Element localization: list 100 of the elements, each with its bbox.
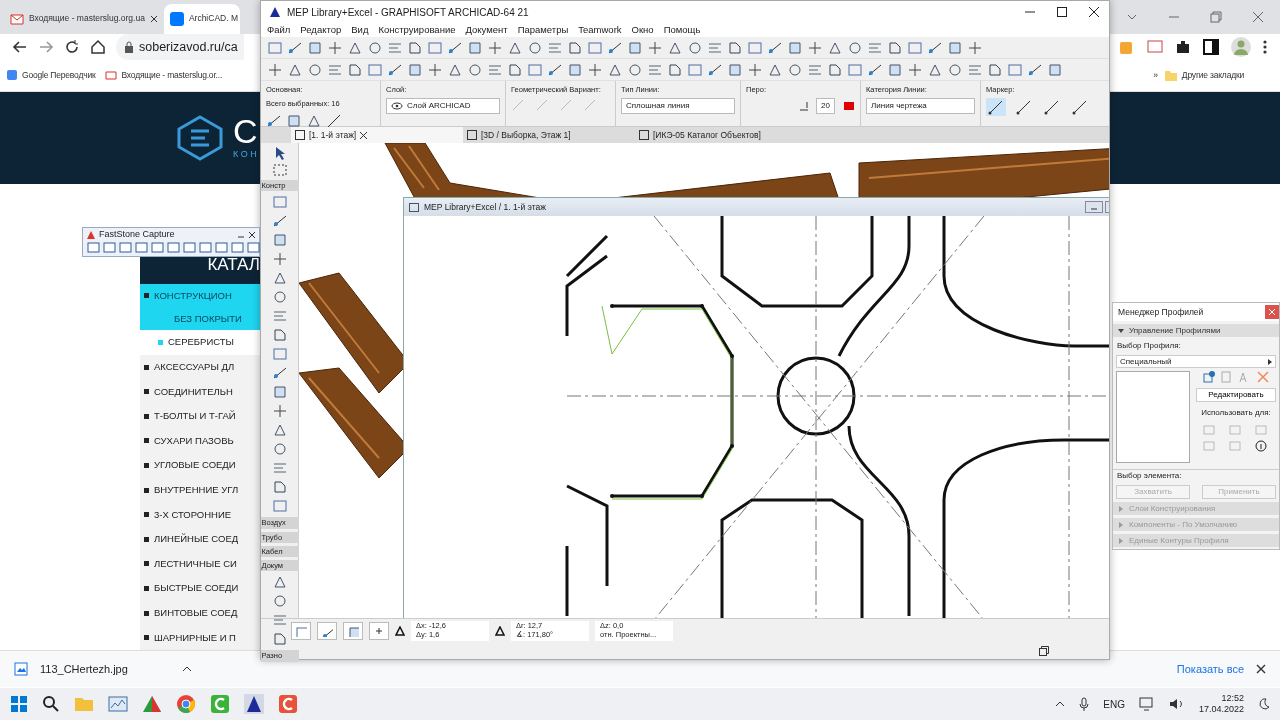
tool-icon[interactable] xyxy=(271,574,288,591)
microphone-icon[interactable] xyxy=(1079,697,1090,711)
catalog-item[interactable]: ВНУТРЕННИЕ УГЛ xyxy=(140,477,260,503)
tool-icon[interactable] xyxy=(567,39,583,56)
search-icon[interactable] xyxy=(42,695,60,713)
volume-icon[interactable] xyxy=(1168,697,1185,711)
catalog-item[interactable]: ЛИНЕЙНЫЕ СОЕД xyxy=(140,527,260,552)
add-toggle[interactable] xyxy=(369,622,389,640)
browser-tab[interactable]: ArchiCAD. M xyxy=(163,3,240,34)
tool-icon[interactable] xyxy=(667,61,683,78)
triangle-app-icon[interactable] xyxy=(142,695,162,713)
more-icon[interactable] xyxy=(1262,38,1268,55)
browser-tab[interactable]: Входящие - masterslug.org.ua xyxy=(4,3,164,34)
tool-icon[interactable] xyxy=(907,61,923,78)
tool-icon[interactable] xyxy=(527,39,543,56)
tool-icon[interactable] xyxy=(987,61,1003,78)
tool-icon[interactable] xyxy=(271,384,288,401)
tool-icon[interactable] xyxy=(887,39,903,56)
avatar-icon[interactable] xyxy=(1230,35,1252,58)
tool-icon[interactable] xyxy=(847,39,863,56)
capture-tool-icon[interactable] xyxy=(183,241,196,254)
snap-toggle[interactable] xyxy=(291,622,311,640)
close-icon[interactable] xyxy=(1089,7,1099,17)
capture-tool-icon[interactable] xyxy=(87,241,100,254)
close-icon[interactable] xyxy=(149,14,158,23)
capture-tool-icon[interactable] xyxy=(119,241,132,254)
catalog-item[interactable]: СУХАРИ ПАЗОВЬ xyxy=(140,428,260,454)
tool-icon[interactable] xyxy=(747,61,763,78)
capture-tool-icon[interactable] xyxy=(151,241,164,254)
show-all-link[interactable]: Показать все xyxy=(1176,660,1244,678)
edit-button[interactable]: Редактировать xyxy=(1196,388,1276,402)
close-icon[interactable] xyxy=(360,131,368,139)
capture-tool-icon[interactable] xyxy=(215,241,228,254)
reload-icon[interactable] xyxy=(64,38,80,55)
tool-icon[interactable] xyxy=(271,251,288,268)
chart-app-icon[interactable] xyxy=(108,695,128,713)
menu-item[interactable]: Окно xyxy=(631,22,654,38)
tool-icon[interactable] xyxy=(307,61,323,78)
line-type-dropdown[interactable]: Сплошная линия xyxy=(621,98,735,115)
info-icon[interactable] xyxy=(1254,440,1268,452)
tool-icon[interactable] xyxy=(271,232,288,249)
capture-tool-icon[interactable] xyxy=(247,241,260,254)
tool-icon[interactable] xyxy=(1047,61,1063,78)
menu-item[interactable]: Редактор xyxy=(300,22,342,38)
capture-tool-icon[interactable] xyxy=(135,241,148,254)
view-tab[interactable]: [3D / Выборка, Этаж 1] xyxy=(463,127,635,143)
pen-field[interactable]: 20 xyxy=(816,98,835,115)
clock-date[interactable]: 17.04.2022 xyxy=(1198,704,1244,715)
minimize-icon[interactable] xyxy=(1085,201,1103,213)
tool-icon[interactable] xyxy=(967,39,983,56)
tool-icon[interactable] xyxy=(567,61,583,78)
catalog-item[interactable]: ВИНТОВЫЕ СОЕД xyxy=(140,600,260,626)
catalog-item[interactable]: Т-БОЛТЫ И Т-ГАЙ xyxy=(140,404,260,429)
catalog-item-continuation[interactable]: БЕЗ ПОКРЫТИ xyxy=(140,308,260,331)
tool-icon[interactable] xyxy=(947,39,963,56)
tool-icon[interactable] xyxy=(887,61,903,78)
tool-icon[interactable] xyxy=(271,270,288,287)
delete-icon[interactable] xyxy=(1257,371,1269,383)
sidebar-icon[interactable] xyxy=(1202,37,1220,56)
tool-icon[interactable] xyxy=(467,61,483,78)
tool-icon[interactable] xyxy=(271,479,288,496)
tool-icon[interactable] xyxy=(307,39,323,56)
grid-toggle[interactable] xyxy=(317,622,337,640)
catalog-item[interactable]: ШАРНИРНЫЕ И П xyxy=(140,625,260,650)
tool-icon[interactable] xyxy=(587,61,603,78)
tool-icon[interactable] xyxy=(271,289,288,306)
tool-icon[interactable] xyxy=(271,593,288,610)
chevron-up-icon[interactable] xyxy=(1055,699,1066,709)
tool-icon[interactable] xyxy=(427,61,443,78)
tool-icon[interactable] xyxy=(367,39,383,56)
tool-icon[interactable] xyxy=(507,61,523,78)
menu-item[interactable]: Вид xyxy=(351,22,369,38)
tool-icon[interactable] xyxy=(727,61,743,78)
tool-icon[interactable] xyxy=(407,61,423,78)
new-profile-icon[interactable] xyxy=(1203,371,1215,383)
tool-icon[interactable] xyxy=(271,403,288,420)
moon-icon[interactable] xyxy=(1258,698,1270,710)
catalog-item[interactable]: ЛЕСТНИЧНЫЕ СИ xyxy=(140,551,260,577)
tool-icon[interactable] xyxy=(807,39,823,56)
menu-item[interactable]: Документ xyxy=(465,22,508,38)
line-icon[interactable] xyxy=(326,112,342,129)
tool-icon[interactable] xyxy=(327,39,343,56)
pen-color-icon[interactable] xyxy=(841,101,855,112)
downloaded-file[interactable]: 113_CHertezh.jpg xyxy=(40,660,170,678)
bookmark-folder[interactable]: Другие закладки xyxy=(1163,69,1244,82)
tool-icon[interactable] xyxy=(627,39,643,56)
section-header[interactable]: Управление Профилями xyxy=(1113,324,1279,337)
bookmark-link[interactable]: Входящие - masterslug.or... xyxy=(105,69,223,82)
forward-icon[interactable] xyxy=(38,38,54,55)
tool-icon[interactable] xyxy=(787,39,803,56)
network-icon[interactable] xyxy=(1138,697,1155,711)
catalog-item[interactable]: 3-Х СТОРОННИЕ xyxy=(140,502,260,528)
tool-icon[interactable] xyxy=(647,39,663,56)
maximize-icon[interactable] xyxy=(1057,7,1067,17)
tool-icon[interactable] xyxy=(727,39,743,56)
tool-icon[interactable] xyxy=(947,61,963,78)
catalog-subitem[interactable]: СЕРЕБРИСТЫ xyxy=(140,330,260,355)
tool-icon[interactable] xyxy=(267,61,283,78)
home-icon[interactable] xyxy=(90,38,106,55)
catalog-item[interactable]: АКСЕССУАРЫ ДЛ xyxy=(140,354,260,380)
